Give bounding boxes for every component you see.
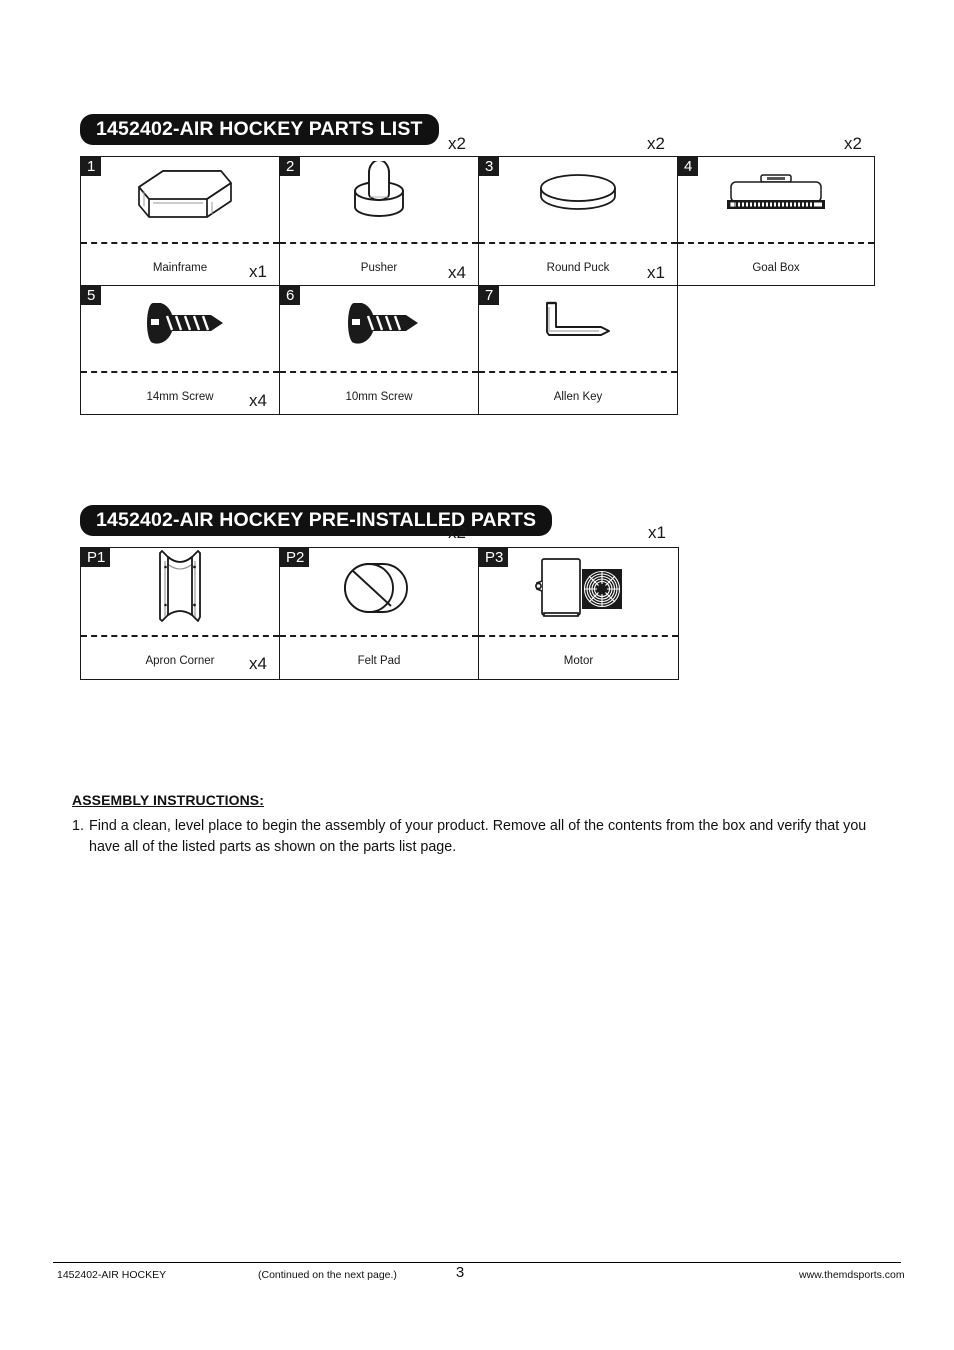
motor-icon — [479, 552, 678, 624]
cell-divider — [81, 371, 279, 373]
part-name: 10mm Screw — [345, 391, 413, 403]
parts-list-table: 1 x1 Mainframe 2 x2 Pusher 3 x2 Round Pu… — [80, 134, 875, 415]
parts-list-banner: 1452402-AIR HOCKEY PARTS LIST — [80, 114, 439, 145]
part-qty: x1 — [647, 263, 665, 282]
part-cell-6: 6 x4 10mm Screw — [279, 263, 479, 415]
screw-icon — [280, 290, 478, 356]
step-text: Find a clean, level place to begin the a… — [89, 818, 867, 855]
cell-divider — [479, 371, 677, 373]
page-canvas: 1452402-AIR HOCKEY PARTS LIST 1 x1 Mainf… — [0, 0, 954, 1350]
part-name: Mainframe — [152, 262, 208, 274]
part-cell-7: 7 x1 Allen Key — [478, 263, 678, 415]
footer-continued-note: (Continued on the next page.) — [258, 1269, 397, 1281]
part-cell-5: 5 x4 14mm Screw — [80, 285, 280, 415]
part-cell-p2: P2 x2 Felt Pad — [279, 523, 479, 680]
mainframe-icon — [81, 161, 279, 227]
part-cell-1: 1 x1 Mainframe — [80, 156, 280, 286]
allen-key-icon — [479, 290, 677, 356]
part-name: Motor — [563, 655, 594, 667]
cell-divider — [479, 635, 678, 637]
cell-divider — [280, 242, 478, 244]
cell-divider — [81, 242, 279, 244]
cell-divider — [280, 371, 478, 373]
part-name: Allen Key — [553, 391, 603, 403]
footer-divider — [53, 1262, 901, 1263]
part-cell-p3: P3 x1 Motor — [478, 523, 679, 680]
cell-divider — [280, 635, 478, 637]
step-number: 1. — [72, 818, 84, 834]
part-qty: x2 — [448, 134, 466, 153]
table-row: 5 x4 14mm Screw 6 x4 10mm Screw 7 x1 All… — [80, 263, 875, 415]
part-qty: x2 — [844, 134, 862, 153]
pre-installed-parts-banner: 1452402-AIR HOCKEY PRE-INSTALLED PARTS — [80, 505, 553, 536]
part-qty: x2 — [448, 523, 466, 542]
pusher-icon — [280, 161, 478, 227]
part-cell-p1: P1 x4 Apron Corner — [80, 547, 280, 680]
footer-website: www.themdsports.com — [799, 1269, 905, 1281]
part-name: Felt Pad — [357, 655, 401, 667]
part-name: 14mm Screw — [146, 391, 214, 403]
table-row: P1 x4 Apron Corner P2 x2 Felt Pad P3 x1 … — [80, 523, 679, 680]
table-row: 1 x1 Mainframe 2 x2 Pusher 3 x2 Round Pu… — [80, 134, 875, 286]
cell-divider — [479, 242, 677, 244]
round-puck-icon — [479, 161, 677, 227]
part-cell-4: 4 x2 Goal Box — [677, 134, 875, 286]
footer-model-label: 1452402-AIR HOCKEY — [57, 1269, 167, 1281]
cell-divider — [81, 635, 279, 637]
felt-pad-icon — [280, 552, 478, 624]
part-name: Apron Corner — [145, 655, 215, 667]
goal-box-icon — [678, 161, 874, 227]
empty-cell — [678, 286, 875, 415]
pre-installed-parts-table: P1 x4 Apron Corner P2 x2 Felt Pad P3 x1 … — [80, 523, 679, 680]
cell-divider — [678, 242, 874, 244]
assembly-step-1: 1. Find a clean, level place to begin th… — [72, 816, 882, 858]
screw-icon — [81, 290, 279, 356]
assembly-instructions-heading: ASSEMBLY INSTRUCTIONS: — [72, 792, 264, 808]
part-qty: x1 — [648, 523, 666, 542]
part-name: Goal Box — [752, 262, 800, 274]
part-qty: x2 — [647, 134, 665, 153]
apron-corner-icon — [81, 550, 279, 624]
part-qty: x4 — [448, 263, 466, 282]
page-number: 3 — [455, 1264, 465, 1281]
